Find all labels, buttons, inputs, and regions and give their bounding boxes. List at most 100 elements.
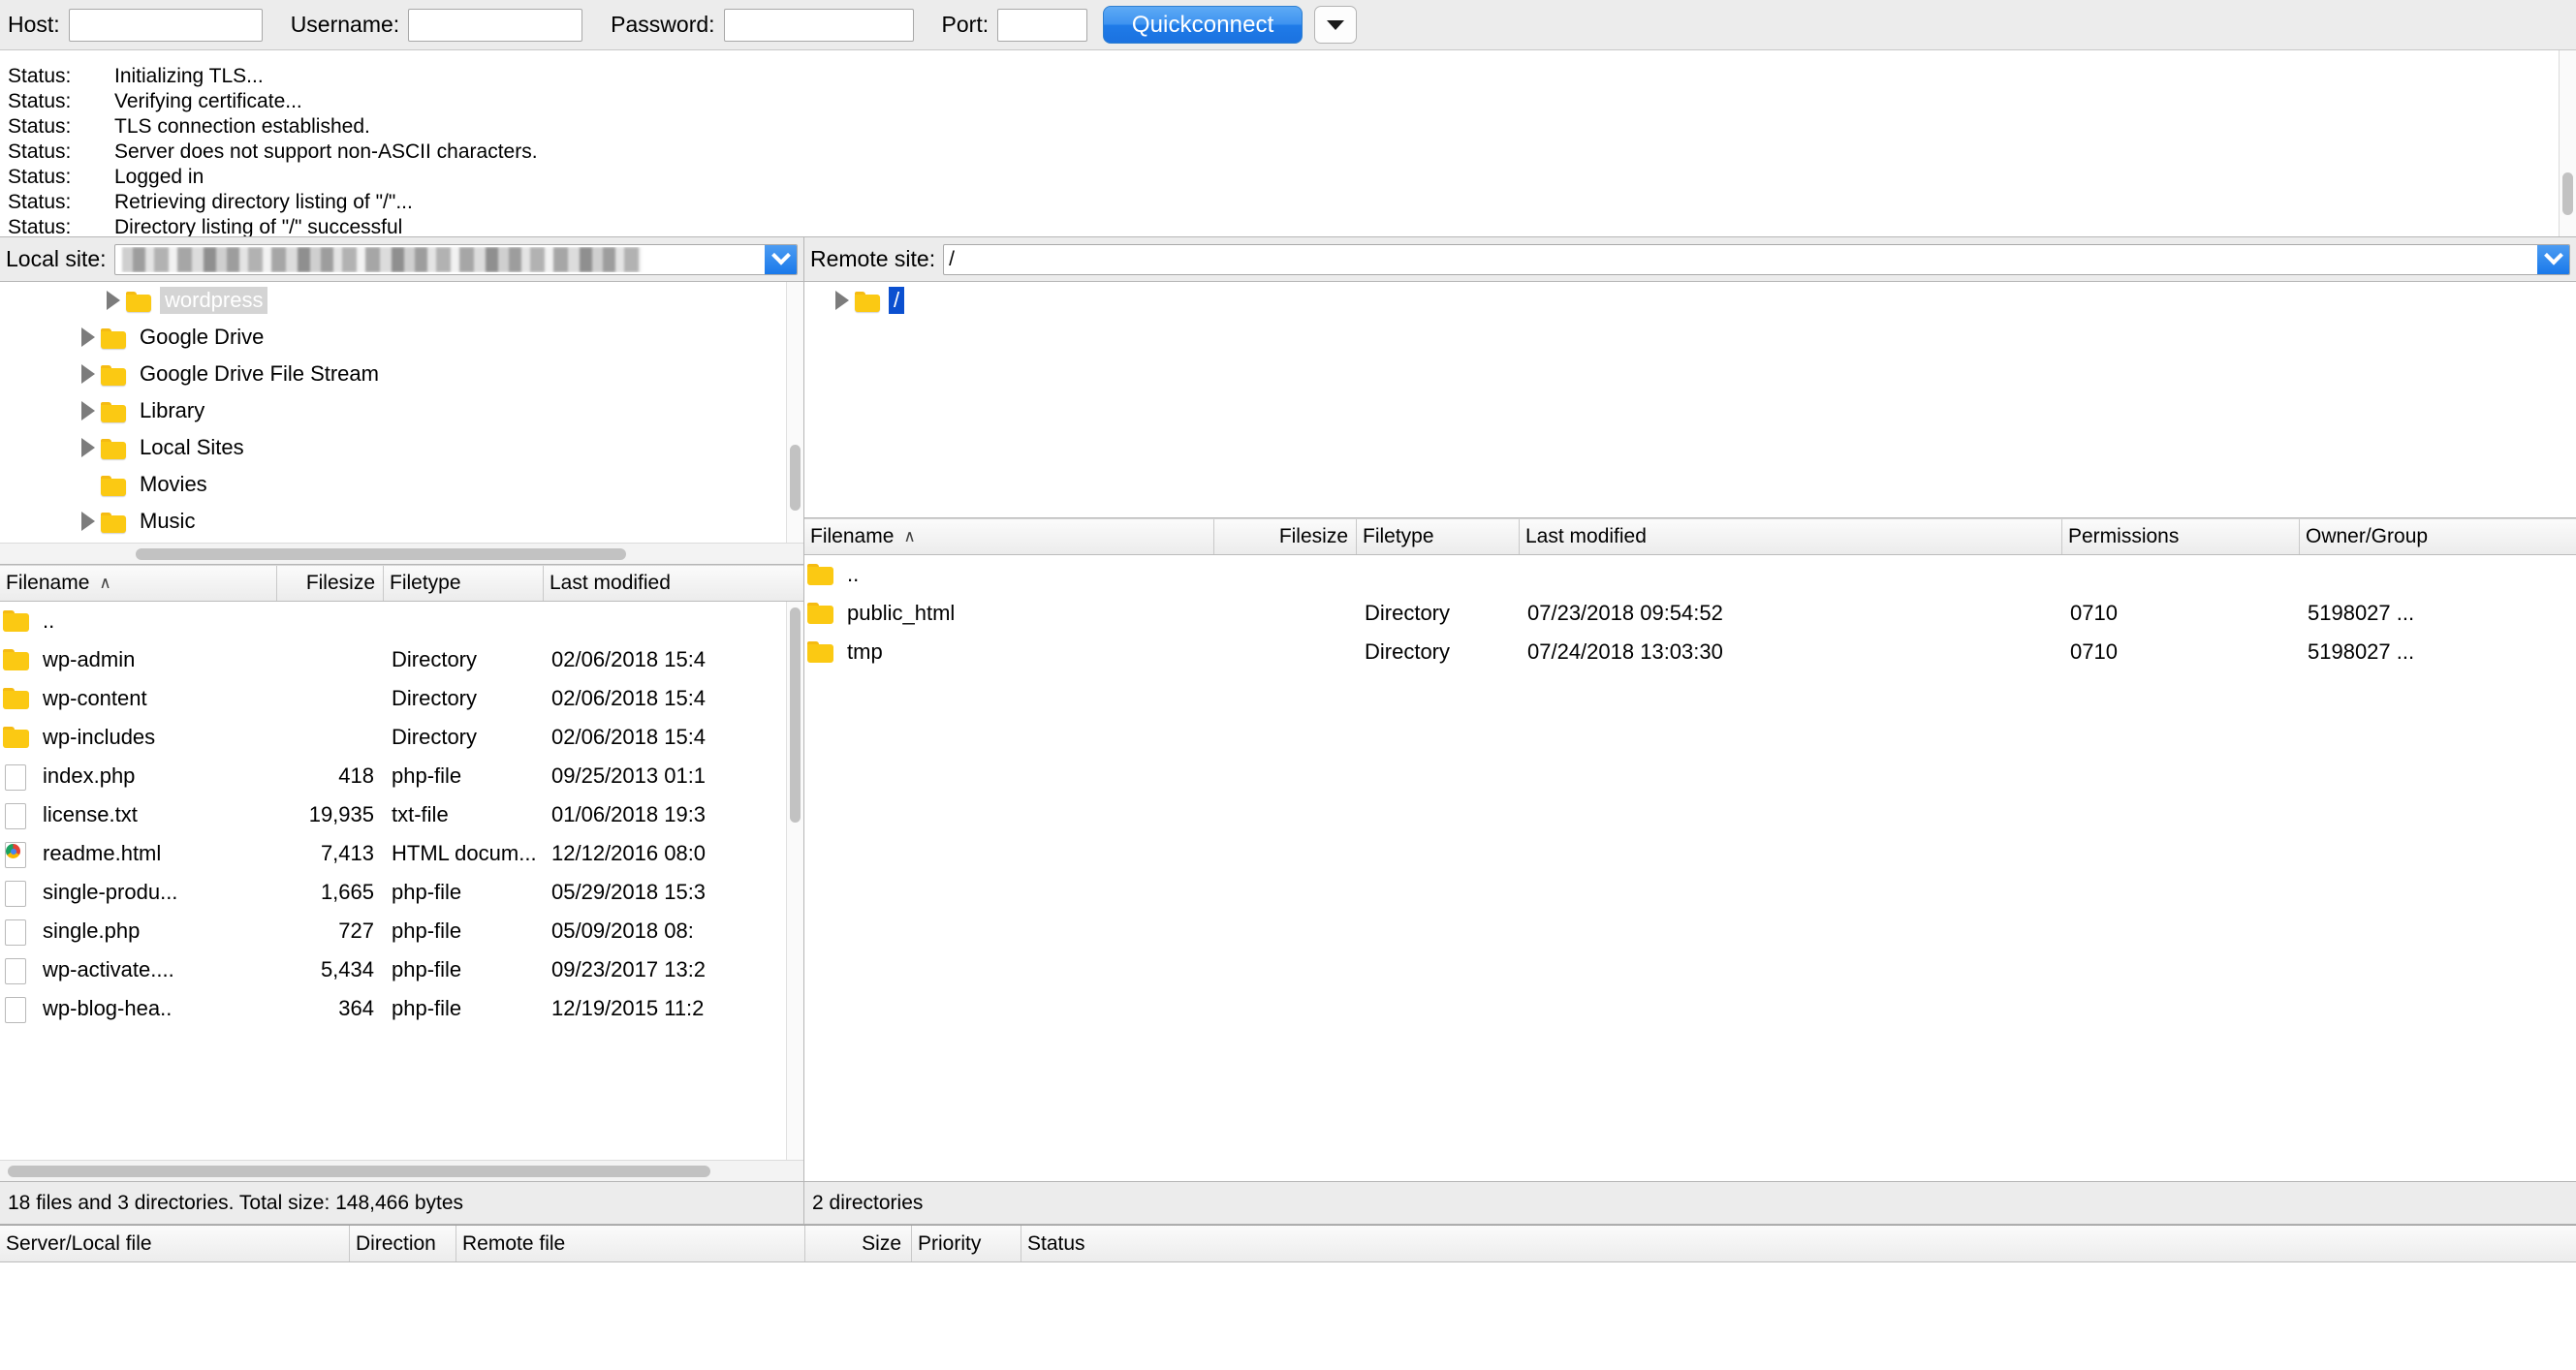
folder-icon <box>3 608 34 634</box>
remote-site-value[interactable]: / <box>944 248 2537 271</box>
local-tree-hscrollbar[interactable] <box>0 543 803 564</box>
table-row[interactable]: wp-content Directory 02/06/2018 15:4 <box>0 679 803 718</box>
port-label: Port: <box>941 12 990 37</box>
scrollbar-thumb[interactable] <box>2562 172 2573 215</box>
column-header-filesize[interactable]: Filesize <box>1213 519 1356 554</box>
column-header-filename[interactable]: Filename ∧ <box>804 519 1213 554</box>
cell-filetype: Directory <box>392 725 478 749</box>
tree-item-library[interactable]: Library <box>0 392 803 429</box>
scrollbar-thumb[interactable] <box>8 1166 710 1177</box>
column-header-permissions[interactable]: Permissions <box>2061 519 2299 554</box>
column-header-filetype[interactable]: Filetype <box>383 566 543 601</box>
table-row[interactable]: tmp Directory 07/24/2018 13:03:30 0710 5… <box>804 633 2576 671</box>
table-row[interactable]: readme.html 7,413 HTML docum... 12/12/20… <box>0 834 803 873</box>
scrollbar-thumb[interactable] <box>790 445 801 511</box>
column-header-size[interactable]: Size <box>804 1226 911 1261</box>
folder-icon <box>855 290 880 312</box>
tree-item-root[interactable]: / <box>804 282 2576 319</box>
tree-item-google-drive-file-stream[interactable]: Google Drive File Stream <box>0 356 803 392</box>
table-row[interactable]: single-produ... 1,665 php-file 05/29/201… <box>0 873 803 912</box>
expand-triangle-icon[interactable] <box>830 291 855 310</box>
local-list-hscrollbar[interactable] <box>0 1160 803 1181</box>
table-row[interactable]: public_html Directory 07/23/2018 09:54:5… <box>804 594 2576 633</box>
column-header-direction[interactable]: Direction <box>349 1226 456 1261</box>
transfer-queue-body[interactable] <box>0 1262 2576 1370</box>
chevron-down-icon <box>1327 19 1345 30</box>
column-header-server-local-file[interactable]: Server/Local file <box>0 1226 349 1261</box>
expand-triangle-icon[interactable] <box>76 438 101 457</box>
table-row[interactable]: .. <box>0 602 803 640</box>
local-site-dropdown-button[interactable] <box>765 244 797 274</box>
expand-triangle-icon[interactable] <box>76 512 101 531</box>
column-header-last-modified[interactable]: Last modified <box>1519 519 2061 554</box>
log-line-message <box>114 54 2559 64</box>
tree-item-label: wordpress <box>160 287 268 314</box>
scrollbar-thumb[interactable] <box>136 548 626 560</box>
quickconnect-history-dropdown[interactable] <box>1314 6 1358 44</box>
remote-site-dropdown-button[interactable] <box>2537 244 2569 274</box>
tree-item-wordpress[interactable]: wordpress <box>0 282 803 319</box>
table-row[interactable]: wp-includes Directory 02/06/2018 15:4 <box>0 718 803 757</box>
log-line-kind: Status: <box>8 115 72 138</box>
log-line-kind: Status: <box>8 191 72 213</box>
message-log-scrollbar[interactable] <box>2559 50 2576 236</box>
log-line-message: Verifying certificate... <box>114 90 302 112</box>
tree-item-label: Library <box>140 398 205 422</box>
tree-item-music[interactable]: Music <box>0 503 803 540</box>
host-input[interactable] <box>68 8 263 42</box>
username-input[interactable] <box>408 8 583 42</box>
column-header-filename[interactable]: Filename ∧ <box>0 566 276 601</box>
cell-filetype: php-file <box>392 763 462 788</box>
table-row[interactable]: .. <box>804 555 2576 594</box>
folder-icon <box>101 327 126 349</box>
local-site-combobox[interactable] <box>113 243 798 275</box>
folder-icon <box>126 290 151 312</box>
folder-icon <box>101 511 126 533</box>
table-row[interactable]: license.txt 19,935 txt-file 01/06/2018 1… <box>0 795 803 834</box>
column-header-remote-file[interactable]: Remote file <box>456 1226 804 1261</box>
table-row[interactable]: wp-admin Directory 02/06/2018 15:4 <box>0 640 803 679</box>
scrollbar-thumb[interactable] <box>790 607 801 823</box>
log-line-message: Directory listing of "/" successful <box>114 216 403 236</box>
cell-filesize: 7,413 <box>320 841 374 865</box>
column-header-status[interactable]: Status <box>1021 1226 1311 1261</box>
tree-item-google-drive[interactable]: Google Drive <box>0 319 803 356</box>
password-input[interactable] <box>723 8 914 42</box>
expand-triangle-icon[interactable] <box>76 327 101 347</box>
chevron-down-icon <box>770 245 791 265</box>
remote-site-combobox[interactable]: / <box>943 243 2570 275</box>
expand-triangle-icon[interactable] <box>76 401 101 420</box>
table-row[interactable]: wp-activate.... 5,434 php-file 09/23/201… <box>0 950 803 989</box>
file-icon <box>3 802 34 829</box>
log-line-kind: Status: <box>8 90 72 112</box>
table-row[interactable]: index.php 418 php-file 09/25/2013 01:1 <box>0 757 803 795</box>
port-input[interactable] <box>997 8 1088 42</box>
tree-item-label: Google Drive File Stream <box>140 361 379 386</box>
message-log-lines: Status: Initializing TLS... Status: Veri… <box>0 50 2559 236</box>
tree-item-local-sites[interactable]: Local Sites <box>0 429 803 466</box>
column-header-last-modified[interactable]: Last modified <box>543 566 787 601</box>
local-list-vscrollbar[interactable] <box>786 602 803 1160</box>
remote-file-list: Filename ∧ Filesize Filetype Last modifi… <box>804 518 2576 1225</box>
file-icon <box>3 919 34 946</box>
expand-triangle-icon[interactable] <box>76 364 101 384</box>
log-line: Status: TLS connection established. <box>0 114 2559 140</box>
quickconnect-bar: Host: Username: Password: Port: Quickcon… <box>0 0 2576 50</box>
local-site-value <box>115 246 765 272</box>
expand-triangle-icon[interactable] <box>101 291 126 310</box>
quickconnect-button[interactable]: Quickconnect <box>1103 6 1304 44</box>
column-header-owner-group[interactable]: Owner/Group <box>2299 519 2531 554</box>
folder-icon <box>101 437 126 459</box>
cell-last-modified: 02/06/2018 15:4 <box>551 725 707 749</box>
tree-item-movies[interactable]: Movies <box>0 466 803 503</box>
column-header-priority[interactable]: Priority <box>911 1226 1021 1261</box>
column-header-filetype[interactable]: Filetype <box>1356 519 1519 554</box>
log-line-message: Logged in <box>114 166 204 188</box>
sort-ascending-icon: ∧ <box>903 527 916 545</box>
local-pane: Local site: wordpress Google Drive Googl… <box>0 237 804 1225</box>
local-tree-vscrollbar[interactable] <box>786 282 803 543</box>
remote-pane: Remote site: / / Filename ∧ Filesize Fil… <box>804 237 2576 1225</box>
table-row[interactable]: single.php 727 php-file 05/09/2018 08: <box>0 912 803 950</box>
table-row[interactable]: wp-blog-hea.. 364 php-file 12/19/2015 11… <box>0 989 803 1028</box>
column-header-filesize[interactable]: Filesize <box>276 566 383 601</box>
